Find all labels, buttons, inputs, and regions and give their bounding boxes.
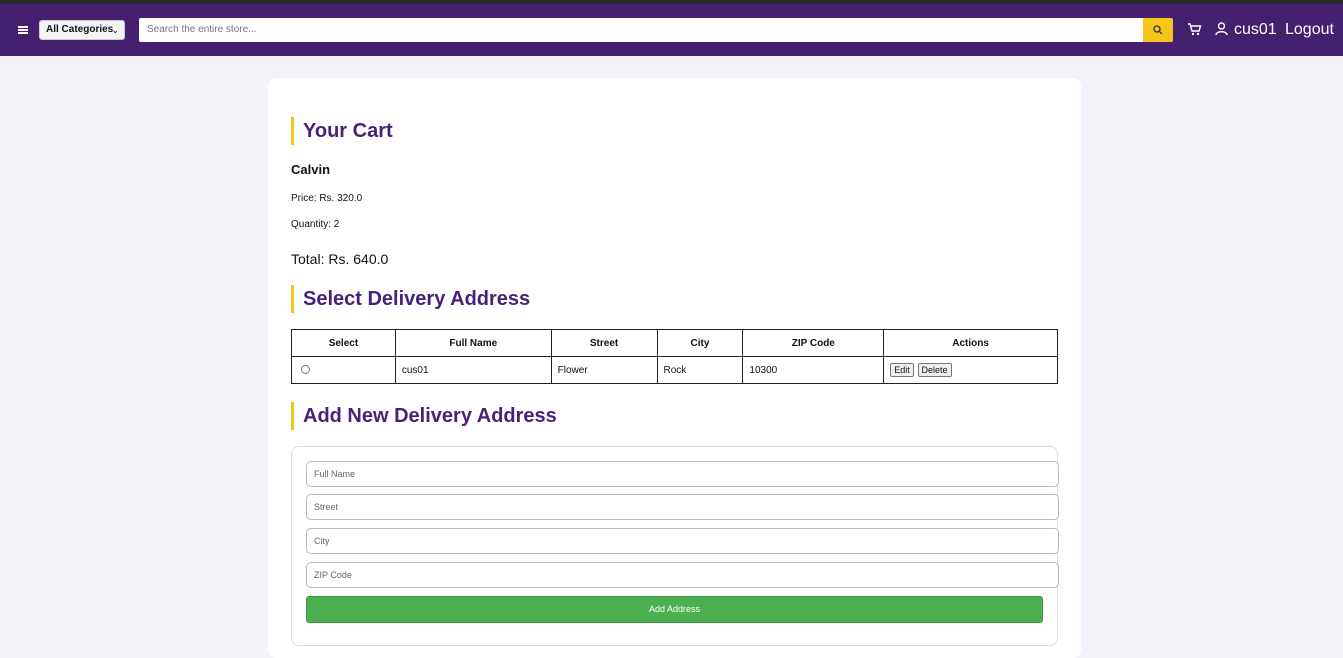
select-cell <box>291 356 396 384</box>
cart-total: Total: Rs. 640.0 <box>291 251 389 267</box>
search-input[interactable] <box>139 18 1143 42</box>
navbar: All Categories ⌄ cus01 Logout <box>0 4 1343 56</box>
search-button[interactable] <box>1143 18 1173 42</box>
product-quantity: Quantity: 2 <box>291 219 340 230</box>
add-address-title: Add New Delivery Address <box>291 402 557 430</box>
logout-link[interactable]: Logout <box>1285 21 1334 39</box>
category-select-label: All Categories <box>46 24 114 35</box>
cart-icon[interactable] <box>1187 22 1202 36</box>
table-header-row: Select Full Name Street City ZIP Code Ac… <box>291 329 1058 357</box>
address-radio[interactable] <box>301 365 310 375</box>
actions-cell: Edit Delete <box>883 356 1058 384</box>
city-cell: Rock <box>656 356 744 384</box>
column-header: City <box>656 329 744 357</box>
column-header: Select <box>291 329 396 357</box>
zip-cell: 10300 <box>742 356 885 384</box>
city-field[interactable]: City <box>306 528 1059 554</box>
column-header: Actions <box>883 329 1058 357</box>
edit-button[interactable]: Edit <box>890 363 914 377</box>
search-icon <box>1153 25 1163 35</box>
table-row: cus01 Flower Rock 10300 Edit Delete <box>291 356 1058 384</box>
select-address-title: Select Delivery Address <box>291 285 530 313</box>
product-name: Calvin <box>291 162 331 177</box>
category-select[interactable]: All Categories ⌄ <box>39 20 125 40</box>
user-icon[interactable] <box>1215 22 1228 36</box>
column-header: Street <box>550 329 658 357</box>
chevron-down-icon: ⌄ <box>111 25 119 35</box>
column-header: Full Name <box>394 329 552 357</box>
street-field[interactable]: Street <box>306 494 1059 520</box>
menu-icon[interactable] <box>18 26 28 34</box>
username-link[interactable]: cus01 <box>1234 21 1277 39</box>
delete-button[interactable]: Delete <box>917 363 952 377</box>
full-name-field[interactable]: Full Name <box>306 461 1059 487</box>
cart-title: Your Cart <box>291 117 393 145</box>
zip-code-field[interactable]: ZIP Code <box>306 562 1059 588</box>
address-table: Select Full Name Street City ZIP Code Ac… <box>291 329 1058 384</box>
add-address-button[interactable]: Add Address <box>306 596 1043 623</box>
street-cell: Flower <box>550 356 658 384</box>
column-header: ZIP Code <box>742 329 885 357</box>
full-name-cell: cus01 <box>394 356 552 384</box>
product-price: Price: Rs. 320.0 <box>291 193 363 204</box>
